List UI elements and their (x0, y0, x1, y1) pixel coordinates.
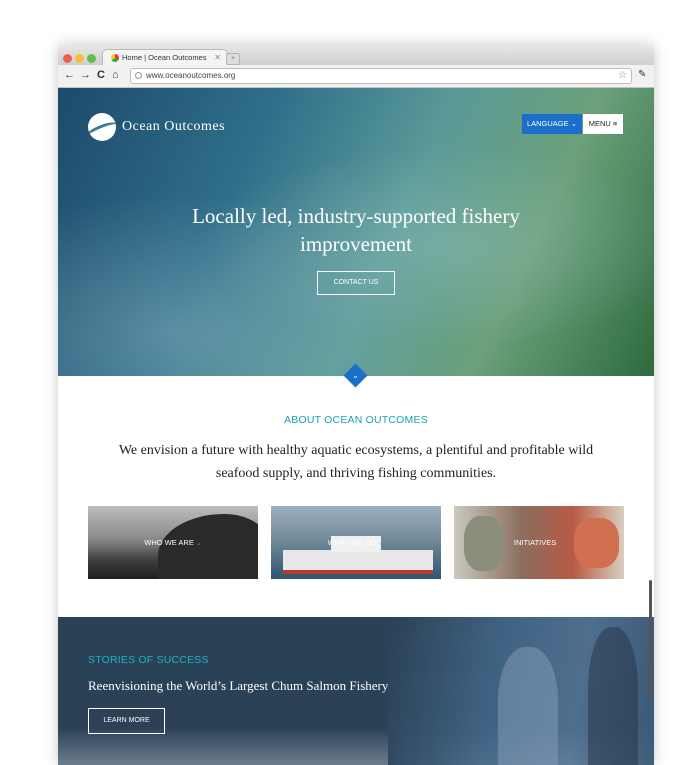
tab-close-icon[interactable]: ✕ (214, 50, 221, 66)
back-arrow-icon[interactable]: ← (64, 68, 75, 82)
browser-toolbar: ← → C ⌂ www.oceanoutcomes.org ☆ ✎ (58, 65, 654, 88)
chevron-down-icon: ⌄ (195, 540, 202, 547)
reload-icon[interactable]: C (97, 68, 105, 82)
url-text: www.oceanoutcomes.org (146, 71, 236, 80)
tab-home[interactable]: Home | Ocean Outcomes ✕ (102, 49, 228, 66)
about-text: We envision a future with healthy aquati… (118, 443, 594, 481)
stories-section: STORIES OF SUCCESS Reenvisioning the Wor… (58, 617, 654, 765)
globe-icon (135, 72, 142, 79)
stories-heading: STORIES OF SUCCESS (88, 654, 209, 666)
bookmark-star-icon[interactable]: ☆ (618, 69, 627, 83)
card-label: WHAT WE DO ⌄ (327, 538, 385, 547)
stories-title[interactable]: Reenvisioning the World’s Largest Chum S… (88, 678, 388, 694)
scrollbar[interactable] (649, 580, 652, 698)
logo-icon[interactable] (88, 113, 116, 141)
card-initiatives[interactable]: INITIATIVES ⌄ (454, 506, 624, 579)
hero-title: Locally led, industry-supported fishery … (192, 204, 520, 256)
page-content: Ocean Outcomes LANGUAGE ⌄ MENU ≡ Locally… (58, 88, 654, 765)
title-bar: Home | Ocean Outcomes ✕ + (58, 45, 654, 66)
address-bar[interactable]: www.oceanoutcomes.org ☆ (130, 68, 632, 84)
wrench-icon[interactable]: ✎ (638, 69, 646, 80)
learn-more-button[interactable]: LEARN MORE (88, 708, 165, 734)
card-label: WHO WE ARE ⌄ (144, 538, 202, 547)
card-who-we-are[interactable]: WHO WE ARE ⌄ (88, 506, 258, 579)
card-what-we-do[interactable]: WHAT WE DO ⌄ (271, 506, 441, 579)
chevron-down-icon: ⌄ (558, 540, 565, 547)
favicon-icon (111, 54, 119, 62)
zoom-window-button[interactable] (87, 54, 96, 63)
browser-window: Home | Ocean Outcomes ✕ + ← → C ⌂ www.oc… (58, 45, 654, 765)
card-label: INITIATIVES ⌄ (513, 538, 565, 547)
contact-us-button[interactable]: CONTACT US (317, 271, 395, 295)
hero-section: Ocean Outcomes LANGUAGE ⌄ MENU ≡ Locally… (58, 88, 654, 376)
forward-arrow-icon[interactable]: → (80, 68, 91, 82)
home-icon[interactable]: ⌂ (112, 68, 119, 82)
close-window-button[interactable] (63, 54, 72, 63)
about-heading: ABOUT OCEAN OUTCOMES (284, 414, 428, 426)
logo-text[interactable]: Ocean Outcomes (122, 119, 225, 135)
chevron-down-icon: ⌄ (378, 540, 385, 547)
menu-button[interactable]: MENU ≡ (583, 114, 623, 134)
language-button[interactable]: LANGUAGE ⌄ (522, 114, 582, 134)
chevron-down-icon[interactable]: ⌄ (347, 367, 364, 384)
minimize-window-button[interactable] (75, 54, 84, 63)
tab-title: Home | Ocean Outcomes (122, 53, 207, 62)
new-tab-button[interactable]: + (226, 53, 240, 65)
